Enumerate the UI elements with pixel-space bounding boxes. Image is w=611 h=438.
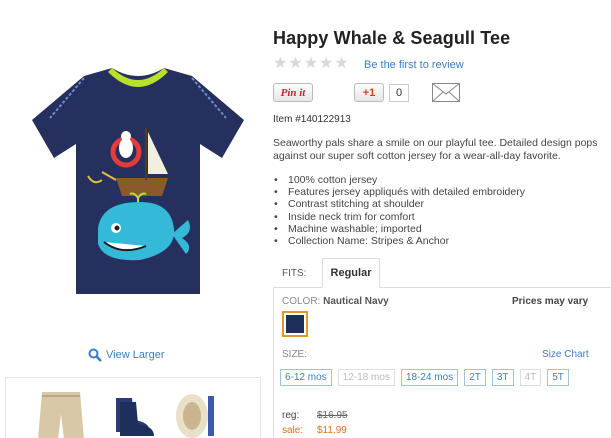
slip-on-shoes-thumbnail[interactable] bbox=[168, 386, 218, 438]
fits-label: FITS: bbox=[282, 268, 307, 279]
item-number: Item #140122913 bbox=[273, 114, 351, 125]
size-12-18-mos: 12-18 mos bbox=[337, 369, 395, 386]
sale-price: $11.99 bbox=[317, 425, 347, 436]
star-icon: ★ bbox=[334, 55, 349, 72]
magnifier-icon bbox=[88, 348, 102, 362]
product-description: Seaworthy pals share a smile on our play… bbox=[273, 137, 598, 162]
size-6-12-mos[interactable]: 6-12 mos bbox=[280, 369, 332, 386]
options-panel: COLOR: Nautical Navy Prices may vary SIZ… bbox=[273, 287, 611, 438]
swatch-fill bbox=[286, 315, 304, 333]
feature-item: Collection Name: Stripes & Anchor bbox=[273, 235, 525, 247]
rating-stars[interactable]: ★ ★ ★ ★ ★ bbox=[273, 56, 349, 72]
size-2t[interactable]: 2T bbox=[464, 369, 486, 386]
feature-item: Contrast stitching at shoulder bbox=[273, 198, 525, 210]
star-icon: ★ bbox=[273, 55, 288, 72]
feature-item: Inside neck trim for comfort bbox=[273, 211, 525, 223]
tab-regular[interactable]: Regular bbox=[322, 258, 380, 288]
khaki-shorts-thumbnail[interactable] bbox=[36, 386, 86, 438]
fits-tabs: FITS: Regular bbox=[273, 258, 611, 288]
feature-item: 100% cotton jersey bbox=[273, 174, 525, 186]
size-5t[interactable]: 5T bbox=[547, 369, 569, 386]
color-label: COLOR: Nautical Navy bbox=[282, 296, 389, 307]
star-icon: ★ bbox=[303, 55, 319, 72]
related-items-strip bbox=[5, 377, 261, 438]
color-label-text: COLOR: bbox=[282, 296, 321, 307]
size-3t[interactable]: 3T bbox=[491, 369, 514, 386]
tshirt-illustration bbox=[32, 68, 244, 294]
google-plus-button[interactable]: +1 bbox=[354, 83, 384, 102]
write-review-link[interactable]: Be the first to review bbox=[364, 59, 464, 71]
sale-price-label: sale: bbox=[282, 425, 304, 436]
product-main-image[interactable] bbox=[22, 62, 254, 302]
star-icon: ★ bbox=[288, 55, 303, 72]
size-options: 6-12 mos 12-18 mos 18-24 mos 2T 3T 4T 5T bbox=[280, 369, 569, 386]
color-swatch-nautical-navy[interactable] bbox=[282, 311, 308, 337]
email-share-icon[interactable] bbox=[432, 83, 460, 102]
size-4t: 4T bbox=[519, 369, 542, 386]
pinterest-pin-button[interactable]: Pin it bbox=[273, 83, 313, 102]
prices-may-vary-note: Prices may vary bbox=[512, 296, 589, 307]
regular-price: $16.95 bbox=[317, 410, 348, 421]
view-larger-label: View Larger bbox=[106, 349, 165, 361]
product-title: Happy Whale & Seagull Tee bbox=[273, 28, 511, 48]
feature-item: Features jersey appliqués with detailed … bbox=[273, 186, 525, 198]
regular-price-label: reg: bbox=[282, 410, 300, 421]
view-larger-link[interactable]: View Larger bbox=[88, 348, 165, 362]
google-plus-count: 0 bbox=[389, 84, 409, 102]
feature-list: 100% cotton jersey Features jersey appli… bbox=[273, 174, 525, 247]
navy-socks-thumbnail[interactable] bbox=[106, 386, 156, 438]
feature-item: Machine washable; imported bbox=[273, 223, 525, 235]
size-18-24-mos[interactable]: 18-24 mos bbox=[400, 369, 459, 386]
size-chart-link[interactable]: Size Chart bbox=[542, 349, 589, 360]
star-icon: ★ bbox=[319, 55, 334, 72]
size-label: SIZE: bbox=[282, 349, 308, 360]
color-value: Nautical Navy bbox=[323, 296, 389, 307]
